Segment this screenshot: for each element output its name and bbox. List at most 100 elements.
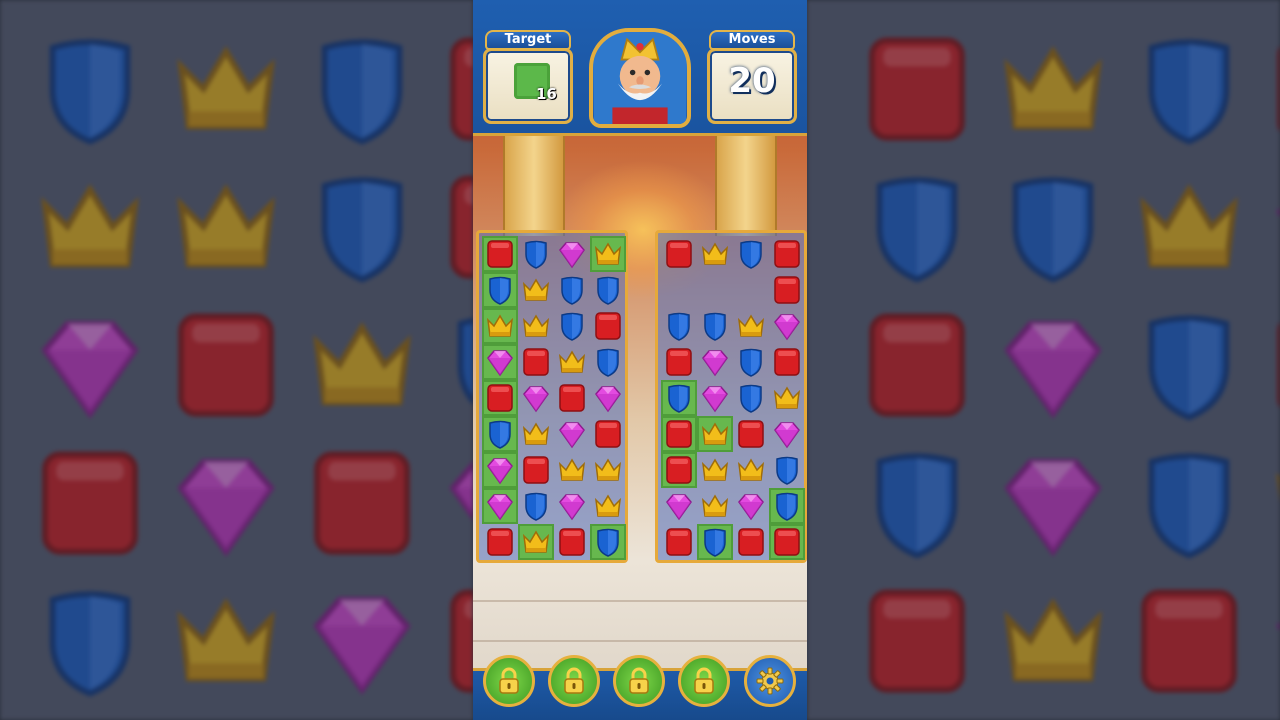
red-block-icon bbox=[595, 312, 621, 340]
yellow-crown-piece[interactable] bbox=[518, 524, 554, 560]
blue-shield-piece[interactable] bbox=[590, 524, 626, 560]
blue-shield-icon bbox=[561, 276, 583, 305]
red-block-piece[interactable] bbox=[661, 524, 697, 560]
red-block-piece[interactable] bbox=[554, 380, 590, 416]
red-block-piece[interactable] bbox=[733, 416, 769, 452]
king-face-icon bbox=[594, 32, 686, 124]
pink-gem-piece[interactable] bbox=[769, 416, 805, 452]
target-label: Target bbox=[485, 30, 571, 50]
yellow-crown-piece[interactable] bbox=[697, 488, 733, 524]
blue-shield-piece[interactable] bbox=[661, 308, 697, 344]
yellow-crown-icon bbox=[594, 494, 622, 517]
blue-shield-piece[interactable] bbox=[733, 236, 769, 272]
settings-button[interactable] bbox=[744, 655, 796, 707]
red-block-piece[interactable] bbox=[590, 416, 626, 452]
booster-slot-1-locked[interactable] bbox=[483, 655, 535, 707]
blue-shield-piece[interactable] bbox=[518, 236, 554, 272]
red-block-piece[interactable] bbox=[769, 236, 805, 272]
blue-shield-piece[interactable] bbox=[554, 272, 590, 308]
red-block-piece[interactable] bbox=[661, 344, 697, 380]
pink-gem-piece[interactable] bbox=[697, 380, 733, 416]
pink-gem-piece[interactable] bbox=[697, 344, 733, 380]
yellow-crown-piece[interactable] bbox=[518, 272, 554, 308]
king-avatar[interactable] bbox=[589, 28, 691, 128]
red-block-piece[interactable] bbox=[482, 236, 518, 272]
blue-shield-piece[interactable] bbox=[661, 380, 697, 416]
pink-gem-piece[interactable] bbox=[482, 344, 518, 380]
red-block-piece[interactable] bbox=[661, 236, 697, 272]
yellow-crown-piece[interactable] bbox=[554, 344, 590, 380]
blue-shield-piece[interactable] bbox=[518, 488, 554, 524]
red-block-piece[interactable] bbox=[769, 272, 805, 308]
pink-gem-icon bbox=[523, 386, 549, 413]
empty-cell[interactable] bbox=[697, 272, 733, 308]
pink-gem-piece[interactable] bbox=[554, 236, 590, 272]
pink-gem-piece[interactable] bbox=[733, 488, 769, 524]
booster-slot-4-locked[interactable] bbox=[678, 655, 730, 707]
yellow-crown-piece[interactable] bbox=[590, 236, 626, 272]
game-screen: 16 Target 20 Moves bbox=[0, 0, 1280, 720]
yellow-crown-piece[interactable] bbox=[518, 416, 554, 452]
booster-slot-3-locked[interactable] bbox=[613, 655, 665, 707]
red-block-piece[interactable] bbox=[769, 524, 805, 560]
yellow-crown-piece[interactable] bbox=[697, 236, 733, 272]
blurred-background-left bbox=[0, 0, 473, 720]
red-block-piece[interactable] bbox=[769, 344, 805, 380]
red-block-piece[interactable] bbox=[482, 524, 518, 560]
yellow-crown-piece[interactable] bbox=[554, 452, 590, 488]
yellow-crown-piece[interactable] bbox=[733, 452, 769, 488]
blue-shield-icon bbox=[525, 492, 547, 521]
pink-gem-piece[interactable] bbox=[554, 416, 590, 452]
red-block-piece[interactable] bbox=[518, 344, 554, 380]
yellow-crown-icon bbox=[594, 458, 622, 481]
red-block-piece[interactable] bbox=[661, 416, 697, 452]
blue-shield-piece[interactable] bbox=[482, 416, 518, 452]
yellow-crown-piece[interactable] bbox=[590, 488, 626, 524]
pink-gem-icon bbox=[487, 494, 513, 521]
blue-shield-icon bbox=[668, 384, 690, 413]
blue-shield-piece[interactable] bbox=[733, 344, 769, 380]
yellow-crown-icon bbox=[737, 314, 765, 337]
red-block-piece[interactable] bbox=[518, 452, 554, 488]
blue-shield-icon bbox=[597, 348, 619, 377]
red-block-piece[interactable] bbox=[590, 308, 626, 344]
blue-shield-piece[interactable] bbox=[769, 488, 805, 524]
blue-shield-piece[interactable] bbox=[482, 272, 518, 308]
yellow-crown-piece[interactable] bbox=[590, 452, 626, 488]
blue-shield-piece[interactable] bbox=[554, 308, 590, 344]
pink-gem-piece[interactable] bbox=[482, 452, 518, 488]
blue-shield-piece[interactable] bbox=[590, 272, 626, 308]
red-block-icon bbox=[666, 240, 692, 268]
yellow-crown-piece[interactable] bbox=[697, 452, 733, 488]
red-block-piece[interactable] bbox=[554, 524, 590, 560]
red-block-icon bbox=[523, 456, 549, 484]
yellow-crown-piece[interactable] bbox=[482, 308, 518, 344]
target-count: 16 bbox=[536, 85, 557, 103]
yellow-crown-piece[interactable] bbox=[518, 308, 554, 344]
red-block-piece[interactable] bbox=[733, 524, 769, 560]
booster-slot-2-locked[interactable] bbox=[548, 655, 600, 707]
blue-shield-icon bbox=[561, 312, 583, 341]
pink-gem-piece[interactable] bbox=[518, 380, 554, 416]
pink-gem-icon bbox=[774, 422, 800, 449]
blue-shield-piece[interactable] bbox=[733, 380, 769, 416]
lock-icon bbox=[629, 667, 649, 694]
pink-gem-piece[interactable] bbox=[769, 308, 805, 344]
blue-shield-piece[interactable] bbox=[697, 308, 733, 344]
pink-gem-piece[interactable] bbox=[590, 380, 626, 416]
yellow-crown-piece[interactable] bbox=[733, 308, 769, 344]
blue-shield-piece[interactable] bbox=[697, 524, 733, 560]
pink-gem-piece[interactable] bbox=[554, 488, 590, 524]
blue-shield-piece[interactable] bbox=[590, 344, 626, 380]
yellow-crown-piece[interactable] bbox=[697, 416, 733, 452]
empty-cell[interactable] bbox=[733, 272, 769, 308]
red-block-piece[interactable] bbox=[661, 452, 697, 488]
lock-icon bbox=[499, 667, 519, 694]
pink-gem-piece[interactable] bbox=[661, 488, 697, 524]
yellow-crown-icon bbox=[558, 458, 586, 481]
red-block-piece[interactable] bbox=[482, 380, 518, 416]
empty-cell[interactable] bbox=[661, 272, 697, 308]
yellow-crown-piece[interactable] bbox=[769, 380, 805, 416]
blue-shield-piece[interactable] bbox=[769, 452, 805, 488]
pink-gem-piece[interactable] bbox=[482, 488, 518, 524]
